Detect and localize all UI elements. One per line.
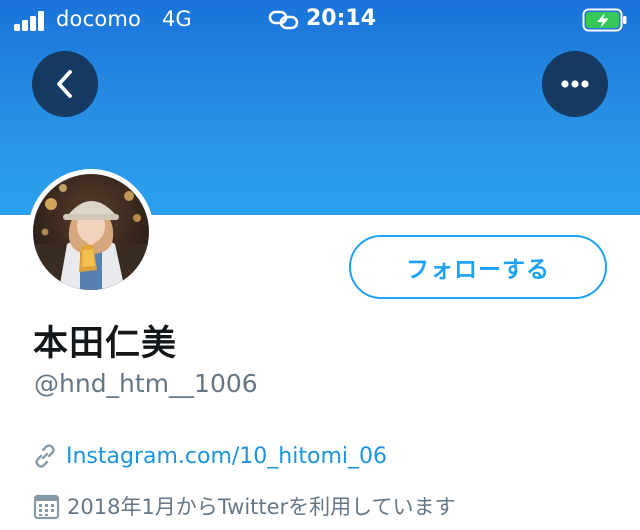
status-bar: docomo 4G 20:14 (0, 0, 640, 40)
website-row: Instagram.com/10_hitomi_06 (32, 440, 387, 472)
link-icon (35, 444, 55, 468)
battery-charging-icon (582, 8, 628, 32)
website-link[interactable]: Instagram.com/10_hitomi_06 (66, 444, 387, 469)
signal-icon (14, 11, 48, 31)
more-options-button[interactable] (542, 51, 608, 117)
clock: 20:14 (306, 6, 377, 31)
avatar-photo (33, 174, 149, 290)
back-button[interactable] (32, 51, 98, 117)
user-handle: @hnd_htm__1006 (34, 369, 258, 398)
more-horizontal-icon (561, 80, 589, 88)
carrier-name: docomo (56, 7, 142, 31)
chevron-left-icon (57, 70, 72, 98)
network-type: 4G (162, 7, 192, 31)
display-name: 本田仁美 (33, 324, 178, 364)
link-status-icon (268, 9, 300, 31)
joined-row: 2018年1月からTwitterを利用しています (33, 490, 456, 522)
joined-date: 2018年1月からTwitterを利用しています (67, 495, 456, 519)
avatar[interactable] (28, 169, 154, 295)
calendar-icon (33, 494, 60, 519)
follow-button[interactable]: フォローする (349, 235, 607, 299)
